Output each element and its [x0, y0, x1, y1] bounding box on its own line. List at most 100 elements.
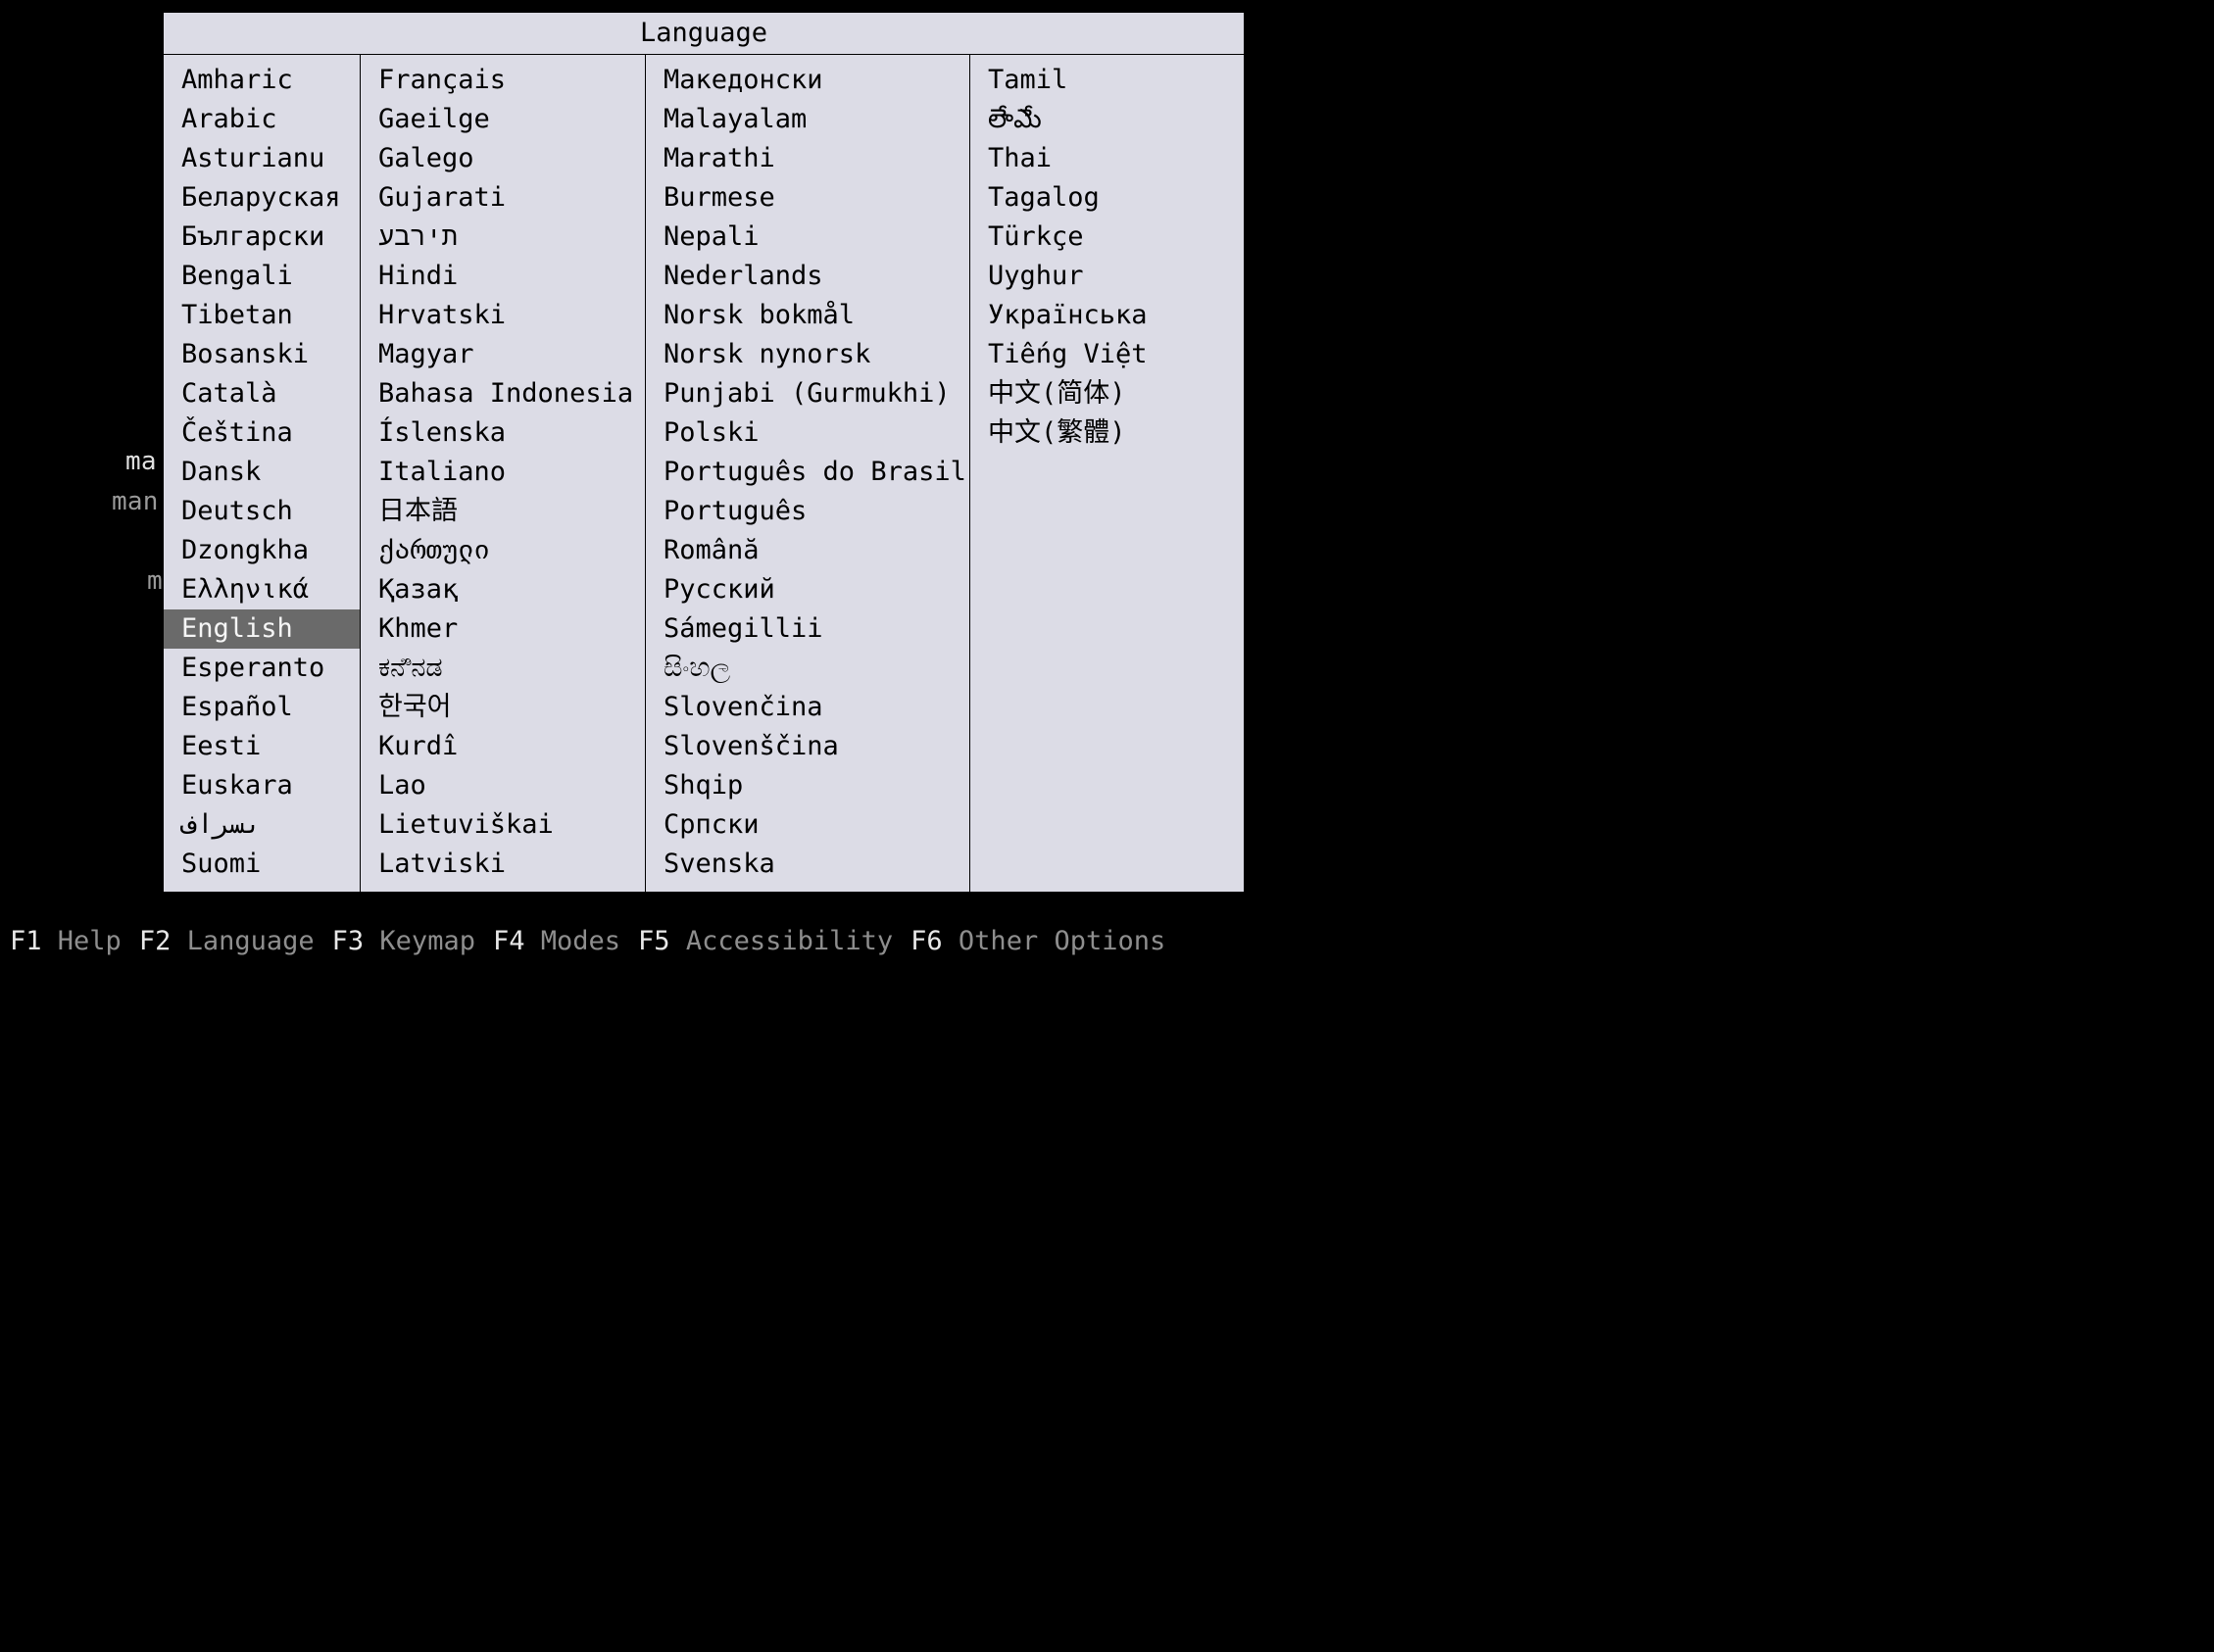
- language-option[interactable]: Kurdî: [361, 727, 645, 766]
- language-option[interactable]: Türkçe: [970, 218, 1233, 257]
- language-option[interactable]: සිංහල: [646, 649, 969, 688]
- language-option[interactable]: Português: [646, 492, 969, 531]
- language-option[interactable]: Ελληνικά: [164, 570, 360, 609]
- fkey-f6[interactable]: F6 Other Options: [910, 926, 1165, 956]
- language-option[interactable]: Беларуская: [164, 178, 360, 218]
- fkey-key: F5: [638, 926, 670, 956]
- language-option[interactable]: Српски: [646, 805, 969, 845]
- fkey-label: Language: [187, 926, 315, 956]
- language-option[interactable]: Slovenčina: [646, 688, 969, 727]
- language-option[interactable]: Lao: [361, 766, 645, 805]
- language-option[interactable]: Shqip: [646, 766, 969, 805]
- language-option[interactable]: Русский: [646, 570, 969, 609]
- fkey-f1[interactable]: F1 Help: [10, 926, 122, 956]
- fkey-f4[interactable]: F4 Modes: [493, 926, 620, 956]
- function-key-bar: F1 Help F2 Language F3 Keymap F4 Modes F5 Ac…: [10, 926, 1165, 956]
- fkey-f3[interactable]: F3 Keymap: [332, 926, 475, 956]
- language-option[interactable]: Қазақ: [361, 570, 645, 609]
- language-option[interactable]: Thai: [970, 139, 1233, 178]
- language-option[interactable]: 中文(繁體): [970, 413, 1233, 453]
- language-option[interactable]: Română: [646, 531, 969, 570]
- language-option[interactable]: Amharic: [164, 61, 360, 100]
- language-option[interactable]: Polski: [646, 413, 969, 453]
- language-option[interactable]: Hrvatski: [361, 296, 645, 335]
- fkey-key: F6: [910, 926, 943, 956]
- language-option[interactable]: ىسراف: [164, 805, 360, 845]
- language-option[interactable]: Português do Brasil: [646, 453, 969, 492]
- language-option[interactable]: Galego: [361, 139, 645, 178]
- language-option[interactable]: Español: [164, 688, 360, 727]
- language-option[interactable]: Khmer: [361, 609, 645, 649]
- language-option[interactable]: Esperanto: [164, 649, 360, 688]
- language-option[interactable]: Slovenščina: [646, 727, 969, 766]
- fkey-f5[interactable]: F5 Accessibility: [638, 926, 893, 956]
- language-option[interactable]: English: [164, 609, 360, 649]
- language-option[interactable]: Svenska: [646, 845, 969, 884]
- language-option[interactable]: Tiếng Việt: [970, 335, 1233, 374]
- language-option[interactable]: 한국어: [361, 688, 645, 727]
- language-option[interactable]: Català: [164, 374, 360, 413]
- background-text-fragment: m: [147, 566, 163, 596]
- fkey-label: Other Options: [959, 926, 1165, 956]
- language-option[interactable]: Українська: [970, 296, 1233, 335]
- fkey-label: Keymap: [379, 926, 475, 956]
- language-option[interactable]: Italiano: [361, 453, 645, 492]
- language-option[interactable]: Bahasa Indonesia: [361, 374, 645, 413]
- language-option[interactable]: Hindi: [361, 257, 645, 296]
- language-option[interactable]: ಕನೆಿನಡ: [361, 649, 645, 688]
- language-option[interactable]: Bosanski: [164, 335, 360, 374]
- language-column: TamilలేెాఎేుThaiTagalogTürkçeUyghurУкраї…: [970, 55, 1233, 892]
- language-option[interactable]: תירבע: [361, 218, 645, 257]
- fkey-key: F2: [139, 926, 172, 956]
- boot-screen: mamanmD STORAGEGB STORAGETORAGE STORAGET…: [0, 0, 1294, 966]
- fkey-f2[interactable]: F2 Language: [139, 926, 315, 956]
- language-option[interactable]: Suomi: [164, 845, 360, 884]
- language-option[interactable]: ქართული: [361, 531, 645, 570]
- language-option[interactable]: Latviski: [361, 845, 645, 884]
- language-option[interactable]: Български: [164, 218, 360, 257]
- language-option[interactable]: Tagalog: [970, 178, 1233, 218]
- language-option[interactable]: Eesti: [164, 727, 360, 766]
- fkey-key: F4: [493, 926, 525, 956]
- language-option[interactable]: Arabic: [164, 100, 360, 139]
- language-column: FrançaisGaeilgeGalegoGujaratiתירבעHindiH…: [361, 55, 646, 892]
- language-option[interactable]: Dansk: [164, 453, 360, 492]
- fkey-label: Modes: [541, 926, 620, 956]
- language-option[interactable]: Magyar: [361, 335, 645, 374]
- language-option[interactable]: Nederlands: [646, 257, 969, 296]
- fkey-label: Accessibility: [686, 926, 893, 956]
- language-option[interactable]: Nepali: [646, 218, 969, 257]
- language-option[interactable]: Asturianu: [164, 139, 360, 178]
- language-option[interactable]: Dzongkha: [164, 531, 360, 570]
- language-option[interactable]: Македонски: [646, 61, 969, 100]
- language-option[interactable]: లేెాఎేు: [970, 100, 1233, 139]
- language-option[interactable]: Sámegillii: [646, 609, 969, 649]
- language-option[interactable]: Čeština: [164, 413, 360, 453]
- language-option[interactable]: Íslenska: [361, 413, 645, 453]
- language-option[interactable]: Marathi: [646, 139, 969, 178]
- language-option[interactable]: Uyghur: [970, 257, 1233, 296]
- language-option[interactable]: 中文(简体): [970, 374, 1233, 413]
- language-option[interactable]: Deutsch: [164, 492, 360, 531]
- language-columns: AmharicArabicAsturianuБеларускаяБългарск…: [164, 55, 1244, 892]
- language-option[interactable]: Français: [361, 61, 645, 100]
- language-option[interactable]: Punjabi (Gurmukhi): [646, 374, 969, 413]
- language-option[interactable]: 日本語: [361, 492, 645, 531]
- language-option[interactable]: Tamil: [970, 61, 1233, 100]
- language-option[interactable]: Norsk nynorsk: [646, 335, 969, 374]
- language-column: AmharicArabicAsturianuБеларускаяБългарск…: [164, 55, 361, 892]
- language-column: МакедонскиMalayalamMarathiBurmeseNepaliN…: [646, 55, 970, 892]
- background-text-fragment: man: [112, 487, 159, 516]
- language-option[interactable]: Burmese: [646, 178, 969, 218]
- language-option[interactable]: Gaeilge: [361, 100, 645, 139]
- language-option[interactable]: Bengali: [164, 257, 360, 296]
- language-option[interactable]: Malayalam: [646, 100, 969, 139]
- fkey-key: F3: [332, 926, 365, 956]
- language-option[interactable]: Euskara: [164, 766, 360, 805]
- language-option[interactable]: Lietuviškai: [361, 805, 645, 845]
- fkey-key: F1: [10, 926, 42, 956]
- language-option[interactable]: Gujarati: [361, 178, 645, 218]
- background-text-fragment: ma: [125, 447, 157, 476]
- language-option[interactable]: Tibetan: [164, 296, 360, 335]
- language-option[interactable]: Norsk bokmål: [646, 296, 969, 335]
